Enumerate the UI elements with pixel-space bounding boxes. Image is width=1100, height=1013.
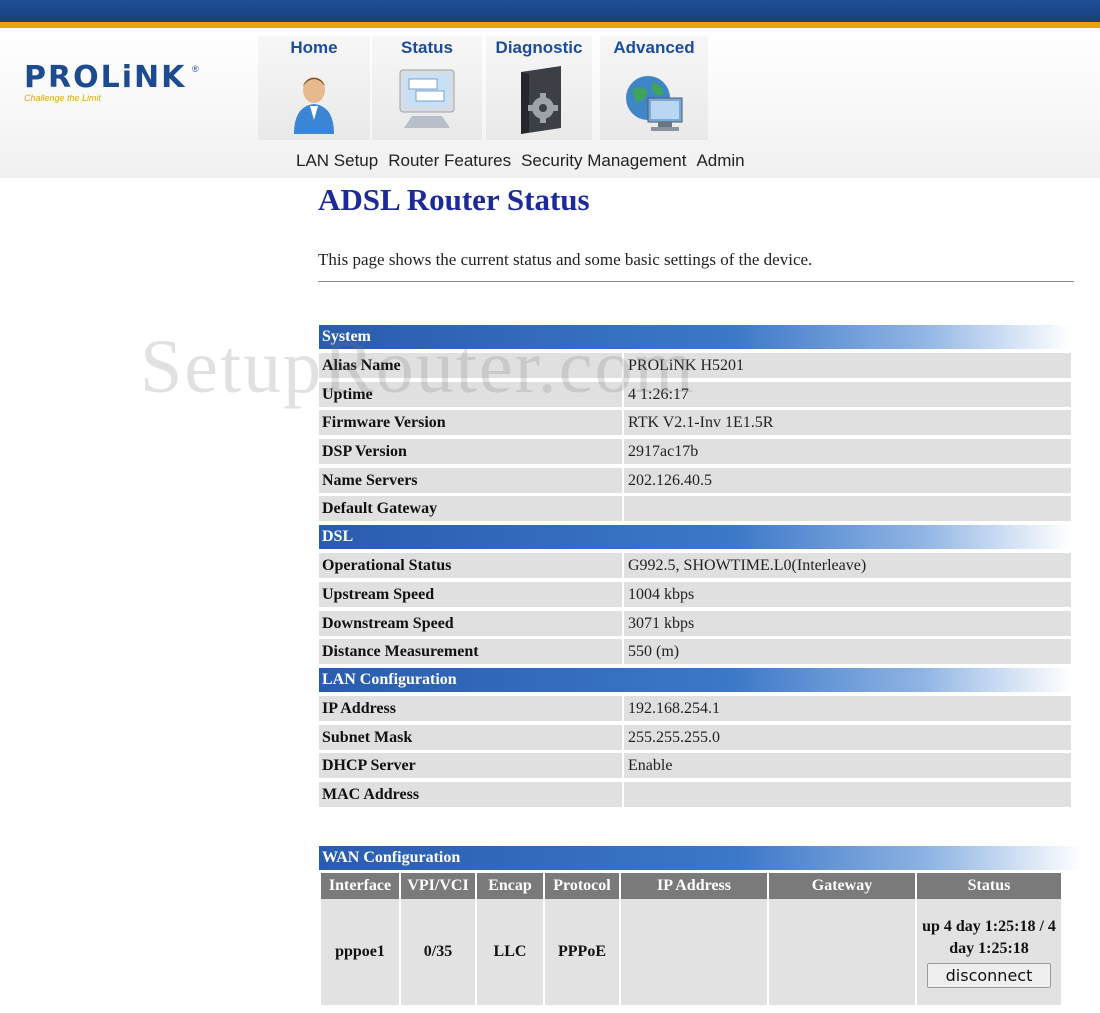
status-table: System Alias Name PROLiNK H5201 Uptime 4 1… — [319, 325, 1071, 811]
tab-diagnostic-label: Diagnostic — [495, 38, 583, 57]
row-label: Upstream Speed — [319, 581, 622, 607]
tab-diagnostic[interactable]: Diagnostic — [486, 36, 592, 140]
table-row: MAC Address — [319, 781, 1071, 807]
table-row: Firmware Version RTK V2.1-Inv 1E1.5R — [319, 410, 1071, 436]
tab-advanced[interactable]: Advanced — [600, 36, 708, 140]
tab-advanced-label: Advanced — [613, 38, 695, 57]
person-icon — [294, 77, 334, 134]
page-description: This page shows the current status and s… — [318, 250, 813, 269]
row-label: Name Servers — [319, 467, 622, 493]
cell-ip-address — [621, 899, 767, 1005]
section-system: System — [319, 325, 1071, 349]
row-value: 4 1:26:17 — [624, 381, 1071, 407]
cell-gateway — [769, 899, 915, 1005]
row-value: G992.5, SHOWTIME.L0(Interleave) — [624, 553, 1071, 579]
row-label: Distance Measurement — [319, 639, 622, 665]
table-row: pppoe1 0/35 LLC PPPoE up 4 day 1:25:18 /… — [321, 899, 1061, 1005]
subnav-router-features[interactable]: Router Features — [388, 151, 511, 170]
table-row: Default Gateway — [319, 496, 1071, 522]
row-value: 202.126.40.5 — [624, 467, 1071, 493]
table-row: Alias Name PROLiNK H5201 — [319, 353, 1071, 378]
monitor-icon — [399, 69, 455, 128]
cell-vpi-vci: 0/35 — [401, 899, 475, 1005]
globe-icon — [626, 76, 683, 131]
row-label: IP Address — [319, 695, 622, 721]
row-label: DSP Version — [319, 439, 622, 465]
row-value: PROLiNK H5201 — [624, 353, 1071, 378]
col-encap: Encap — [477, 873, 543, 899]
cell-protocol: PPPoE — [545, 899, 619, 1005]
col-status: Status — [917, 873, 1061, 899]
row-value — [624, 496, 1071, 522]
page-title: ADSL Router Status — [318, 182, 590, 217]
sub-navigation: LAN Setup Router Features Security Managem… — [296, 151, 755, 171]
cell-encap: LLC — [477, 899, 543, 1005]
col-ip-address: IP Address — [621, 873, 767, 899]
row-label: MAC Address — [319, 781, 622, 807]
table-row: Downstream Speed 3071 kbps — [319, 610, 1071, 636]
table-row: Uptime 4 1:26:17 — [319, 381, 1071, 407]
row-label: Default Gateway — [319, 496, 622, 522]
row-value: 192.168.254.1 — [624, 695, 1071, 721]
table-row: DSP Version 2917ac17b — [319, 439, 1071, 465]
registered-mark: ® — [192, 64, 199, 74]
table-row: DHCP Server Enable — [319, 753, 1071, 779]
row-label: Uptime — [319, 381, 622, 407]
row-value: 1004 kbps — [624, 581, 1071, 607]
row-value: RTK V2.1-Inv 1E1.5R — [624, 410, 1071, 436]
wan-table: Interface VPI/VCI Encap Protocol IP Addr… — [319, 873, 1063, 1005]
row-value: Enable — [624, 753, 1071, 779]
row-label: Subnet Mask — [319, 724, 622, 750]
table-row: IP Address 192.168.254.1 — [319, 695, 1071, 721]
gear-icon — [521, 66, 561, 134]
row-value: 550 (m) — [624, 639, 1071, 665]
tab-status[interactable]: Status — [372, 36, 482, 140]
tab-status-label: Status — [401, 38, 453, 57]
row-label: Firmware Version — [319, 410, 622, 436]
cell-status: up 4 day 1:25:18 / 4 day 1:25:18 disconn… — [917, 899, 1061, 1005]
tab-home[interactable]: Home — [258, 36, 370, 140]
row-label: Operational Status — [319, 553, 622, 579]
status-text: up 4 day 1:25:18 / 4 day 1:25:18 — [922, 918, 1056, 957]
tab-home-label: Home — [290, 38, 338, 57]
cell-interface: pppoe1 — [321, 899, 399, 1005]
row-label: DHCP Server — [319, 753, 622, 779]
divider — [318, 281, 1074, 282]
subnav-admin[interactable]: Admin — [696, 151, 744, 170]
row-label: Downstream Speed — [319, 610, 622, 636]
brand-logo: PROLiNK ® Challenge the Limit — [24, 60, 199, 103]
row-value: 255.255.255.0 — [624, 724, 1071, 750]
col-vpi-vci: VPI/VCI — [401, 873, 475, 899]
col-interface: Interface — [321, 873, 399, 899]
section-wan-configuration: WAN Configuration — [319, 846, 1082, 870]
row-value: 3071 kbps — [624, 610, 1071, 636]
table-row: Subnet Mask 255.255.255.0 — [319, 724, 1071, 750]
wan-header-row: Interface VPI/VCI Encap Protocol IP Addr… — [321, 873, 1061, 899]
top-bar — [0, 0, 1100, 28]
disconnect-button[interactable]: disconnect — [926, 963, 1052, 988]
table-row: Distance Measurement 550 (m) — [319, 639, 1071, 665]
subnav-lan-setup[interactable]: LAN Setup — [296, 151, 378, 170]
table-row: Operational Status G992.5, SHOWTIME.L0(In… — [319, 553, 1071, 579]
row-value — [624, 781, 1071, 807]
subnav-security-management[interactable]: Security Management — [521, 151, 686, 170]
section-lan-configuration: LAN Configuration — [319, 667, 1071, 692]
col-protocol: Protocol — [545, 873, 619, 899]
row-value: 2917ac17b — [624, 439, 1071, 465]
col-gateway: Gateway — [769, 873, 915, 899]
table-row: Upstream Speed 1004 kbps — [319, 581, 1071, 607]
table-row: Name Servers 202.126.40.5 — [319, 467, 1071, 493]
section-dsl: DSL — [319, 525, 1071, 550]
row-label: Alias Name — [319, 353, 622, 378]
logo-text: PROLiNK — [24, 60, 187, 95]
